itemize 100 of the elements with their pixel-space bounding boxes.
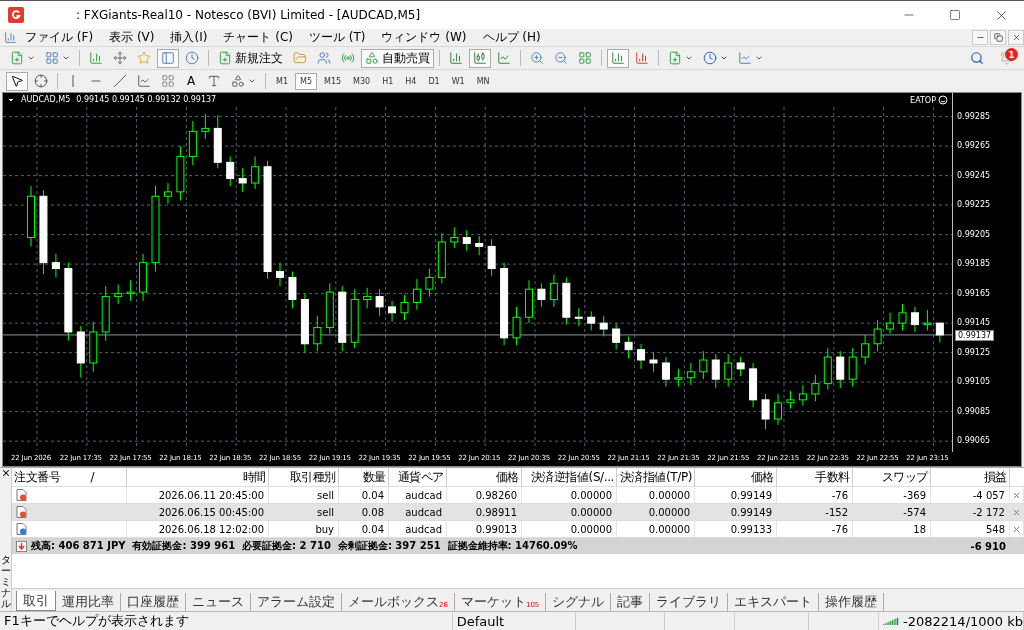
column-header[interactable]: 決済指値(T/P) bbox=[617, 468, 695, 486]
column-header[interactable]: 数量 bbox=[339, 468, 389, 486]
restore-icon bbox=[993, 33, 1003, 42]
timeframe-button[interactable]: D1 bbox=[423, 72, 445, 90]
line-chart-icon bbox=[738, 51, 752, 65]
candle bbox=[276, 262, 284, 287]
column-header[interactable]: 手数料 bbox=[777, 468, 853, 486]
timeframe-button[interactable]: M1 bbox=[271, 72, 293, 90]
traffic-bars-icon bbox=[883, 616, 900, 626]
candle bbox=[313, 315, 322, 352]
candle bbox=[475, 235, 484, 256]
candle bbox=[163, 182, 172, 205]
total-profit: -6 910 bbox=[969, 540, 1007, 552]
table-cell: -76 bbox=[777, 487, 853, 503]
candle bbox=[699, 350, 708, 380]
timeframe-button[interactable]: H1 bbox=[377, 72, 399, 90]
table-cell: -152 bbox=[777, 504, 853, 520]
minimize-button[interactable] bbox=[972, 30, 988, 45]
cursor-button[interactable] bbox=[6, 71, 28, 91]
auto-scroll-button[interactable] bbox=[607, 48, 629, 68]
timeframe-button[interactable]: MN bbox=[471, 72, 495, 90]
terminal-tab[interactable]: 操作履歴 bbox=[819, 593, 885, 611]
column-header[interactable]: 注文番号 bbox=[14, 468, 61, 486]
order-row[interactable]: 2026.06.15 00:45:00 sell 0.08 audcad 0.98911 0.00000 0.00000 0.99149 -152 -574 -2 172 bbox=[12, 504, 1024, 521]
menu-item[interactable]: 表示 (V) bbox=[101, 29, 163, 46]
terminal-tab[interactable]: ライブラリ bbox=[650, 593, 729, 611]
table-cell: 2026.06.18 12:02:00 bbox=[127, 521, 269, 537]
order-row[interactable]: 2026.06.11 20:45:00 sell 0.04 audcad 0.98260 0.00000 0.00000 0.99149 -76 -369 -4 057 bbox=[12, 487, 1024, 504]
candle bbox=[213, 114, 222, 169]
candle bbox=[114, 284, 123, 305]
menu-item[interactable]: ウィンドウ (W) bbox=[373, 29, 475, 46]
table-cell: sell bbox=[269, 504, 339, 520]
column-header[interactable]: 決済逆指値(S/... bbox=[522, 468, 617, 486]
order-row[interactable]: 2026.06.18 12:02:00 buy 0.04 audcad 0.99013 0.00000 0.00000 0.99133 -76 18 548 bbox=[12, 521, 1024, 538]
terminal-tab[interactable]: 運用比率 bbox=[56, 593, 121, 611]
clock-icon bbox=[185, 51, 199, 65]
terminal-label: ターミナル bbox=[0, 554, 11, 611]
search-icon[interactable] bbox=[970, 51, 984, 65]
candle bbox=[873, 319, 882, 352]
menu-item[interactable]: チャート (C) bbox=[215, 29, 301, 46]
candle bbox=[363, 287, 372, 309]
candle bbox=[188, 120, 197, 166]
terminal-tab[interactable]: シグナル bbox=[546, 593, 612, 611]
candle bbox=[350, 288, 359, 349]
candle bbox=[574, 307, 583, 327]
close-icon[interactable] bbox=[0, 468, 11, 478]
candle bbox=[226, 155, 235, 187]
candlestick-button[interactable] bbox=[469, 48, 491, 68]
restore-button[interactable] bbox=[990, 30, 1006, 45]
candle bbox=[288, 271, 297, 309]
column-header[interactable]: 通貨ペア bbox=[389, 468, 447, 486]
star-icon bbox=[137, 51, 151, 65]
table-cell: audcad bbox=[389, 521, 447, 537]
column-header[interactable]: 価格 bbox=[695, 468, 777, 486]
table-cell: 0.08 bbox=[339, 504, 389, 520]
close-button[interactable] bbox=[1008, 30, 1024, 45]
terminal-tab[interactable]: 記事 bbox=[611, 593, 651, 611]
candle bbox=[711, 353, 720, 389]
close-icon bbox=[1011, 33, 1021, 42]
menu-item[interactable]: ヘルプ (H) bbox=[474, 29, 549, 46]
text-button[interactable]: A bbox=[181, 71, 201, 91]
terminal-tab[interactable]: ニュース bbox=[186, 593, 251, 611]
column-header[interactable]: スワップ bbox=[853, 468, 931, 486]
bar-chart-icon bbox=[89, 51, 103, 65]
menu-item[interactable]: ファイル (F) bbox=[17, 29, 102, 46]
terminal-tab[interactable]: 取引 bbox=[16, 591, 56, 611]
new-order-button[interactable]: 新規注文 bbox=[214, 48, 287, 68]
timeframe-button[interactable]: M30 bbox=[348, 72, 376, 90]
column-header[interactable]: 時間 bbox=[127, 468, 269, 486]
terminal-tab[interactable]: 口座履歴 bbox=[121, 593, 186, 611]
timeframe-button[interactable]: M15 bbox=[319, 72, 347, 90]
timeframe-button[interactable]: M5 bbox=[295, 72, 317, 90]
table-cell: 548 bbox=[931, 521, 1010, 537]
price-label: 0.99265 bbox=[957, 141, 991, 152]
terminal-button[interactable] bbox=[157, 48, 179, 68]
document-plus-icon bbox=[10, 51, 24, 65]
column-header[interactable]: 価格 bbox=[447, 468, 522, 486]
terminal-tab[interactable]: エキスパート bbox=[728, 593, 820, 611]
menu-item[interactable]: 挿入(I) bbox=[162, 29, 216, 46]
candle bbox=[487, 238, 496, 277]
table-cell: 2026.06.15 00:45:00 bbox=[127, 504, 269, 520]
terminal-tab[interactable]: アラーム設定 bbox=[251, 593, 342, 611]
connection-status: -2082214/1000 kb bbox=[879, 612, 1024, 630]
candle bbox=[674, 368, 683, 388]
column-header[interactable]: 損益 bbox=[931, 468, 1010, 486]
table-cell: 0.98911 bbox=[447, 504, 522, 520]
table-cell: 0.00000 bbox=[617, 504, 695, 520]
price-label: 0.99145 bbox=[957, 318, 991, 329]
timeframe-button[interactable]: W1 bbox=[446, 72, 470, 90]
table-cell: 0.00000 bbox=[522, 504, 617, 520]
shapes-icon bbox=[231, 74, 245, 88]
candle bbox=[910, 306, 919, 333]
table-cell: 0.04 bbox=[339, 521, 389, 537]
timeframe-button[interactable]: H4 bbox=[400, 72, 422, 90]
column-header[interactable]: 取引種別 bbox=[269, 468, 339, 486]
smiley-icon bbox=[938, 95, 948, 105]
candle bbox=[774, 393, 782, 426]
auto-trading-button[interactable]: 自動売買 bbox=[361, 48, 434, 68]
menu-item[interactable]: ツール (T) bbox=[300, 29, 374, 46]
candle bbox=[375, 288, 384, 317]
